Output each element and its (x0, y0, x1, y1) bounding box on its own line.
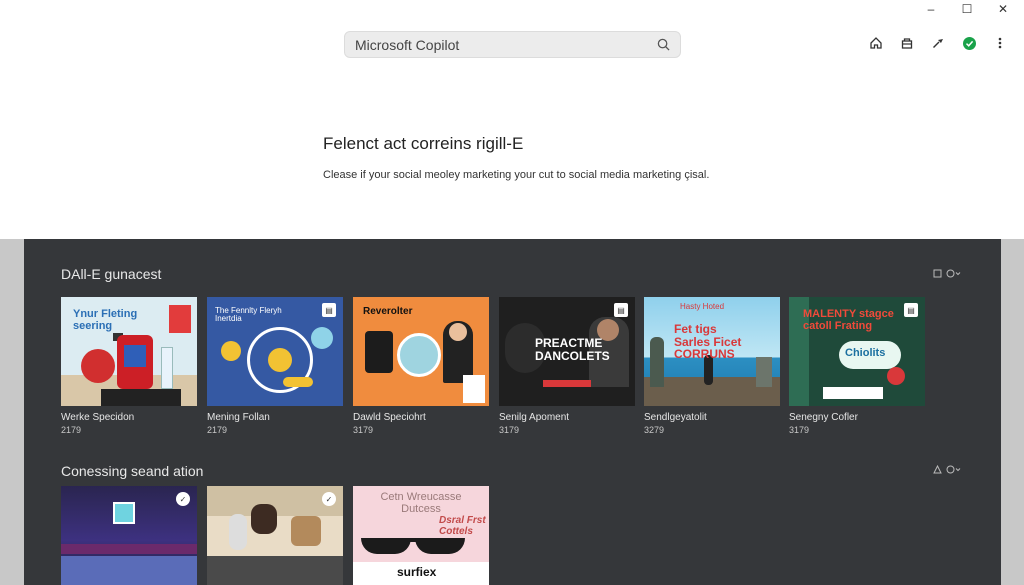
section-actions (933, 269, 962, 278)
card-thumbnail[interactable]: ▤ The Fennlty Fleryh Inertdia (207, 297, 343, 406)
card-thumbnail[interactable]: ✓ (61, 486, 197, 585)
top-bar: Microsoft Copilot (0, 30, 1024, 60)
check-icon: ✓ (176, 492, 190, 506)
gallery-card[interactable]: ▤ MALENTY stagce catoll Frating Chiolits… (789, 297, 925, 435)
thumb-caption: Fet tigs Sarles Ficet CORRUNS (674, 322, 742, 362)
settings-icon[interactable] (946, 269, 962, 278)
section-title-dalle: DAll-E gunacest (61, 266, 162, 282)
image-icon: ▤ (904, 303, 918, 317)
thumb-caption: PREACTME DANCOLETS (535, 336, 610, 363)
alert-icon[interactable] (933, 465, 942, 474)
check-icon: ✓ (322, 492, 336, 506)
card-price: 2179 (61, 425, 82, 435)
card-thumbnail[interactable]: Hasty Hoted Fet tigs Sarles Ficet CORRUN… (644, 297, 780, 406)
left-border (0, 239, 24, 585)
card-thumbnail[interactable]: ▤ PREACTME DANCOLETS (499, 297, 635, 406)
section-title-processing: Conessing seand ation (61, 463, 204, 479)
settings-icon[interactable] (946, 465, 962, 474)
image-icon: ▤ (614, 303, 628, 317)
search-bar[interactable]: Microsoft Copilot (344, 31, 681, 58)
card-price: 2179 (207, 425, 228, 435)
gallery-card[interactable]: Cetn Wreucasse Dutcess Dsral Frst Cottel… (353, 486, 489, 585)
thumb-caption-small: Dsral Frst Cottels (439, 515, 486, 537)
home-icon[interactable] (868, 35, 884, 51)
shop-icon[interactable] (899, 35, 915, 51)
maximize-icon[interactable]: ☐ (960, 2, 974, 16)
thumb-caption: The Fennlty Fleryh Inertdia (215, 306, 282, 324)
card-title: Dawld Speciohrt (353, 412, 426, 423)
search-input[interactable]: Microsoft Copilot (355, 37, 657, 53)
card-thumbnail[interactable]: Ynur Fleting seering (61, 297, 197, 406)
pin-icon[interactable] (930, 35, 946, 51)
card-title: Mening Follan (207, 412, 270, 423)
card-title: Senegny Cofler (789, 412, 858, 423)
more-icon[interactable] (992, 35, 1008, 51)
gallery-card[interactable]: ▤ The Fennlty Fleryh Inertdia Mening Fol… (207, 297, 343, 435)
gallery-card[interactable]: ✓ (207, 486, 343, 585)
page-title: Felenct act correins rigill-E (323, 134, 524, 153)
copy-icon[interactable] (933, 269, 942, 278)
image-icon: ▤ (322, 303, 336, 317)
toolbar (868, 35, 1008, 51)
gallery-card[interactable]: ✓ (61, 486, 197, 585)
brand-logo-text: surfiex (397, 565, 437, 579)
thumb-caption-small: Hasty Hoted (680, 302, 725, 311)
card-title: Werke Specidon (61, 412, 135, 423)
card-thumbnail[interactable]: Cetn Wreucasse Dutcess Dsral Frst Cottel… (353, 486, 489, 585)
card-thumbnail[interactable]: ✓ (207, 486, 343, 585)
card-thumbnail[interactable]: Reverolter (353, 297, 489, 406)
card-price: 3179 (789, 425, 810, 435)
thumb-caption: Ynur Fleting seering (73, 308, 138, 332)
gallery-card[interactable]: Hasty Hoted Fet tigs Sarles Ficet CORRUN… (644, 297, 780, 435)
thumb-caption: Cetn Wreucasse Dutcess (380, 491, 462, 515)
gallery-card[interactable]: Reverolter Dawld Speciohrt 3179 (353, 297, 489, 435)
thumb-caption: Reverolter (363, 306, 413, 317)
section-actions (933, 465, 962, 474)
card-price: 3279 (644, 425, 665, 435)
gallery-card[interactable]: Ynur Fleting seering Werke Specidon 2179 (61, 297, 197, 435)
right-border (1001, 239, 1024, 585)
card-price: 3179 (353, 425, 374, 435)
search-icon[interactable] (657, 38, 670, 51)
card-thumbnail[interactable]: ▤ MALENTY stagce catoll Frating Chiolits (789, 297, 925, 406)
thumb-caption: MALENTY stagce catoll Frating (803, 308, 894, 332)
card-price: 3179 (499, 425, 520, 435)
card-title: Senilg Apoment (499, 412, 570, 423)
image-gallery: DAll-E gunacest Ynur Fleting seering Wer… (24, 239, 1001, 585)
status-icon[interactable] (961, 35, 977, 51)
card-title: Sendlgeyatolit (644, 412, 707, 423)
gallery-card[interactable]: ▤ PREACTME DANCOLETS Senilg Apoment 3179 (499, 297, 635, 435)
window-controls: – ☐ ✕ (924, 2, 1010, 16)
page-subtitle: Clease if your social meoley marketing y… (323, 169, 710, 181)
minimize-icon[interactable]: – (924, 2, 938, 16)
close-icon[interactable]: ✕ (996, 2, 1010, 16)
thumb-caption-small: Chiolits (845, 347, 886, 359)
